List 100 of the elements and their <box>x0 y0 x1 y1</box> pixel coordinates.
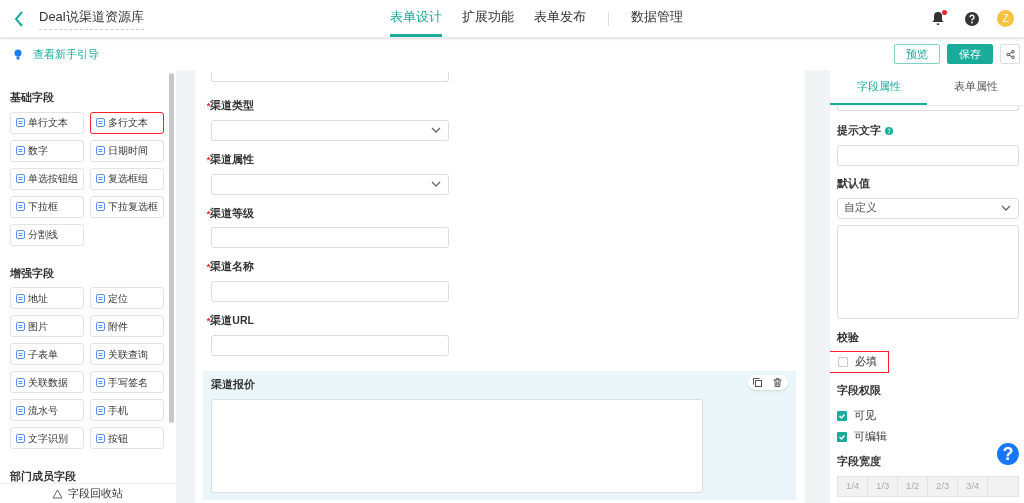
field-type-button[interactable]: 多行文本 <box>90 111 164 134</box>
required-mark: * <box>206 316 211 328</box>
checkbox[interactable]: 可见 <box>837 408 1019 423</box>
field-icon <box>16 174 25 183</box>
section-heading: 校验 <box>837 329 860 345</box>
help-button[interactable]: ? <box>995 441 1021 467</box>
field-type-button[interactable]: 手写签名 <box>90 371 164 393</box>
field-type-button[interactable]: 流水号 <box>10 399 84 421</box>
section-heading: 部门成员字段 <box>10 469 77 483</box>
required-mark: * <box>206 154 211 167</box>
input-field[interactable] <box>837 144 1020 166</box>
required-mark: * <box>206 208 211 221</box>
field-label: 渠道名称 <box>210 259 255 275</box>
field-icon <box>16 202 25 211</box>
field-type-button[interactable]: 手机 <box>90 399 164 421</box>
chevron-down-icon <box>1000 203 1013 213</box>
field-icon <box>96 146 105 155</box>
field-icon <box>96 349 105 359</box>
property-tab[interactable]: 表单属性 <box>927 70 1024 105</box>
check-icon <box>838 411 847 420</box>
field-icon <box>16 349 25 359</box>
section-heading: 字段宽度 <box>837 454 882 469</box>
field-icon <box>96 377 105 387</box>
share-button[interactable] <box>1000 44 1020 64</box>
field-type-button[interactable]: 按钮 <box>90 427 164 449</box>
bell-icon <box>931 11 945 26</box>
help-button[interactable] <box>965 11 979 26</box>
field-type-button[interactable]: 文字识别 <box>10 427 84 449</box>
nav-tab[interactable]: 数据管理 <box>630 0 683 37</box>
field-icon <box>96 293 105 303</box>
field-label: 渠道报价 <box>210 376 255 392</box>
field-type-button[interactable]: 地址 <box>10 287 84 309</box>
nav-tab[interactable]: 表单发布 <box>533 0 586 37</box>
field-icon <box>96 433 105 443</box>
selected-field-background[interactable]: 渠道报价 <box>202 370 796 500</box>
field-icon <box>16 405 25 415</box>
section-heading: 增强字段 <box>10 265 55 281</box>
field-type-button[interactable]: 关联查询 <box>90 343 164 365</box>
help-icon <box>885 126 894 135</box>
field-label: 渠道URL <box>210 313 254 328</box>
field-type-button[interactable]: 附件 <box>90 315 164 337</box>
required-mark: * <box>206 262 211 275</box>
section-heading: 默认值 <box>837 175 871 191</box>
select-field[interactable] <box>210 119 449 141</box>
help-icon <box>965 11 979 26</box>
back-icon <box>14 9 24 28</box>
field-type-button[interactable]: 子表单 <box>10 343 84 365</box>
field-icon <box>96 118 105 127</box>
field-type-button[interactable]: 复选框组 <box>90 167 164 190</box>
field-icon <box>16 377 25 387</box>
textarea-field[interactable] <box>210 398 703 493</box>
field-type-button[interactable]: 图片 <box>10 315 84 337</box>
section-heading: 字段权限 <box>837 383 882 399</box>
field-label: 渠道等级 <box>210 205 255 221</box>
field-label: 渠道类型 <box>210 98 255 113</box>
select-field[interactable] <box>210 173 449 195</box>
field-icon <box>16 321 25 331</box>
field-icon <box>16 146 25 155</box>
field-type-button[interactable]: 关联数据 <box>10 371 84 393</box>
checkbox-box[interactable] <box>838 357 849 368</box>
field-label: 渠道属性 <box>210 151 255 167</box>
checkbox-box[interactable] <box>837 431 848 442</box>
checkbox[interactable]: 可编辑 <box>837 429 1019 444</box>
checkbox-box[interactable] <box>837 410 848 421</box>
input-field[interactable] <box>210 334 449 356</box>
input-field[interactable] <box>210 72 449 82</box>
field-icon <box>96 202 105 211</box>
notification-button[interactable] <box>931 10 947 27</box>
nav-tab[interactable]: 扩展功能 <box>461 0 514 37</box>
field-icon <box>16 293 25 303</box>
field-type-button[interactable]: 分割线 <box>10 223 84 246</box>
field-icon <box>96 174 105 183</box>
chevron-down-icon <box>429 179 442 189</box>
input-field[interactable] <box>837 106 1020 111</box>
checkbox[interactable]: 必填 <box>830 351 890 374</box>
check-icon <box>838 432 847 441</box>
field-icon <box>16 433 25 443</box>
copy-icon <box>753 377 763 387</box>
lightbulb-icon <box>14 48 22 60</box>
section-heading: 提示文字 <box>837 123 882 138</box>
field-type-button[interactable]: 下拉框 <box>10 195 84 218</box>
input-field[interactable] <box>210 227 449 249</box>
field-icon <box>16 230 25 239</box>
required-mark: * <box>206 101 211 113</box>
input-field[interactable] <box>210 281 449 302</box>
field-icon <box>16 118 25 127</box>
field-type-button[interactable]: 日期时间 <box>90 139 164 162</box>
field-type-button[interactable]: 下拉复选框 <box>90 195 164 218</box>
field-icon <box>96 321 105 331</box>
section-heading: 基础字段 <box>10 90 55 105</box>
field-type-button[interactable]: 单选按钮组 <box>10 167 84 190</box>
field-type-button[interactable]: 数字 <box>10 139 84 162</box>
scrollbar-thumb[interactable] <box>169 73 174 423</box>
field-icon <box>96 405 105 415</box>
form-title[interactable]: Deal说渠道资源库 <box>39 7 144 30</box>
textarea-field[interactable] <box>837 224 1020 319</box>
field-type-button[interactable]: 单行文本 <box>10 111 84 134</box>
select-field[interactable]: 自定义 <box>837 197 1020 219</box>
field-type-button[interactable]: 定位 <box>90 287 164 309</box>
trash-icon <box>773 377 783 387</box>
